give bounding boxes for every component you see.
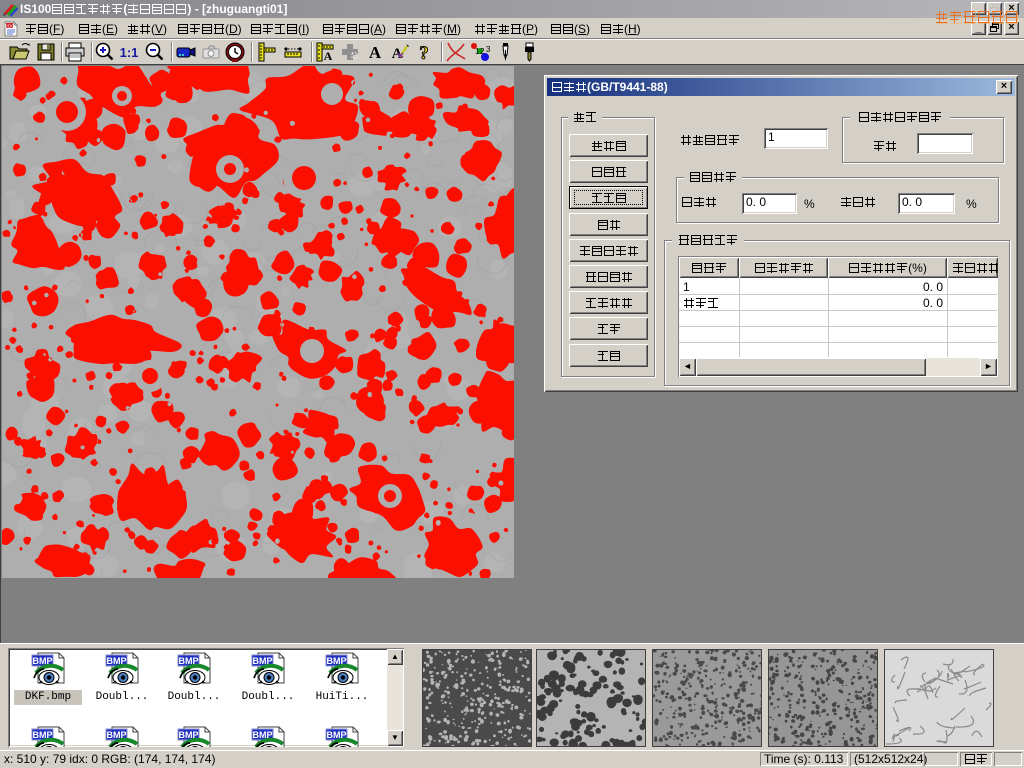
- svg-text:3: 3: [486, 45, 491, 54]
- svg-text:?: ?: [419, 43, 429, 63]
- svg-text:A: A: [369, 43, 382, 62]
- svg-text:DOC: DOC: [5, 24, 16, 29]
- svg-text:1:1: 1:1: [120, 45, 139, 60]
- svg-text:A: A: [324, 49, 333, 63]
- svg-text:2: 2: [480, 47, 485, 56]
